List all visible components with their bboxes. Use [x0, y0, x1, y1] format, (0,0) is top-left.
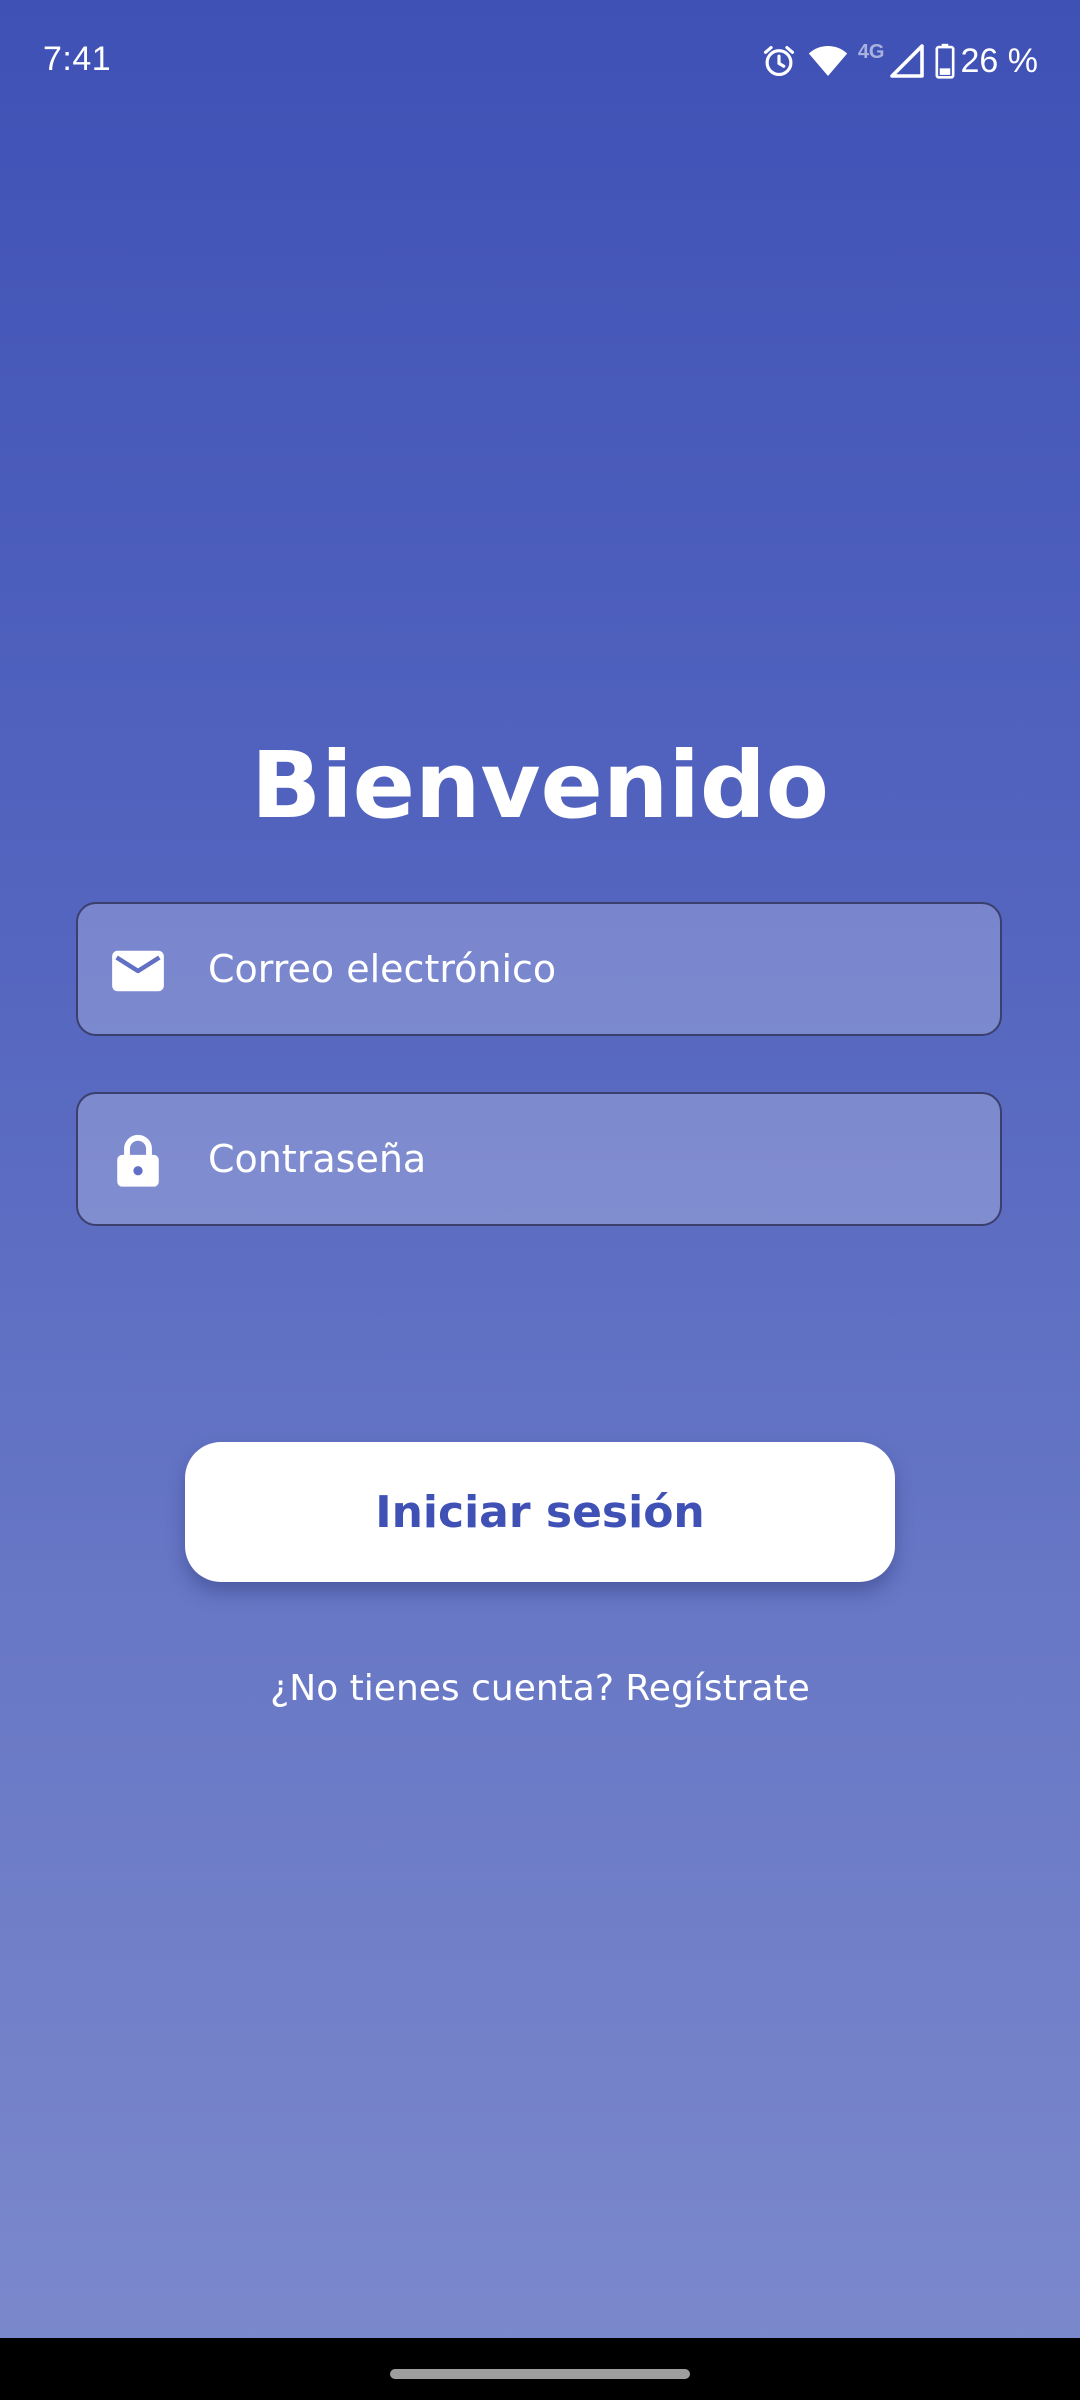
password-input[interactable] [206, 1094, 978, 1224]
mail-icon [108, 941, 168, 1001]
network-type-label: 4G [857, 40, 885, 63]
alarm-icon [760, 42, 798, 80]
password-field[interactable] [76, 1092, 1002, 1226]
welcome-title: Bienvenido [250, 732, 829, 839]
status-icons: 4G 26 % [760, 38, 1038, 84]
login-button[interactable]: Iniciar sesión [185, 1442, 895, 1582]
email-field[interactable] [76, 902, 1002, 1036]
wifi-icon [808, 44, 848, 78]
status-bar: 7:41 4G 26 % [0, 0, 1080, 124]
register-link[interactable]: ¿No tienes cuenta? Regístrate [0, 1668, 1080, 1709]
cell-signal-icon [889, 43, 925, 79]
navigation-bar [0, 2338, 1080, 2400]
home-indicator[interactable] [390, 2369, 690, 2379]
lock-icon [108, 1131, 168, 1191]
status-time: 7:41 [43, 40, 112, 78]
battery-icon [935, 43, 955, 79]
email-input[interactable] [206, 904, 978, 1034]
battery-percent: 26 % [960, 41, 1039, 80]
